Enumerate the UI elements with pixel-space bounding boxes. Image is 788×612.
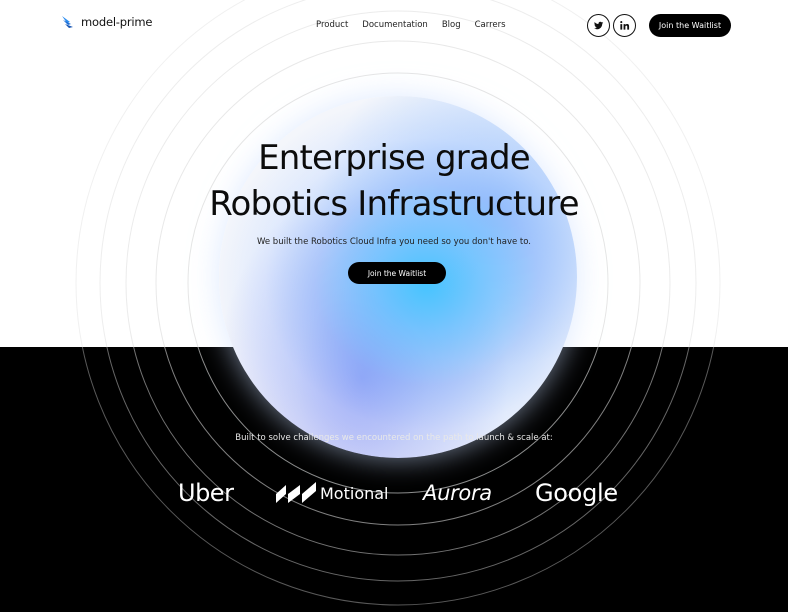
brand-home-link[interactable]: model-prime <box>61 14 152 30</box>
nav-blog[interactable]: Blog <box>442 20 461 30</box>
linkedin-link[interactable] <box>613 14 636 37</box>
twitter-icon <box>594 21 604 30</box>
linkedin-icon <box>620 21 630 30</box>
customer-logos: Uber Motional Aurora Google <box>0 470 788 520</box>
aurora-logo: Aurora <box>423 481 492 505</box>
hero-headline-line2: Robotics Infrastructure <box>209 184 579 224</box>
site-header: model-prime Product Documentation Blog C… <box>0 0 788 50</box>
nav-documentation[interactable]: Documentation <box>362 20 428 30</box>
join-waitlist-button-hero[interactable]: Join the Waitlist <box>348 262 446 284</box>
customers-tagline: Built to solve challenges we encountered… <box>235 433 553 443</box>
hero-subheadline: We built the Robotics Cloud Infra you ne… <box>256 237 532 247</box>
twitter-link[interactable] <box>587 14 610 37</box>
motional-mark-icon <box>276 482 316 503</box>
brand-name: model-prime <box>81 15 153 29</box>
join-waitlist-button-header[interactable]: Join the Waitlist <box>649 14 731 37</box>
google-logo: Google <box>535 479 618 507</box>
motional-logo: Motional <box>276 482 389 503</box>
nav-careers[interactable]: Carrers <box>475 20 506 30</box>
hero-headline-line1: Enterprise grade <box>258 138 531 178</box>
main-nav: Product Documentation Blog Carrers <box>316 20 506 30</box>
landing-page: model-prime Product Documentation Blog C… <box>0 0 788 612</box>
nav-product[interactable]: Product <box>316 20 348 30</box>
motional-wordmark: Motional <box>320 484 389 503</box>
uber-logo: Uber <box>178 479 234 507</box>
wing-icon <box>62 16 73 28</box>
